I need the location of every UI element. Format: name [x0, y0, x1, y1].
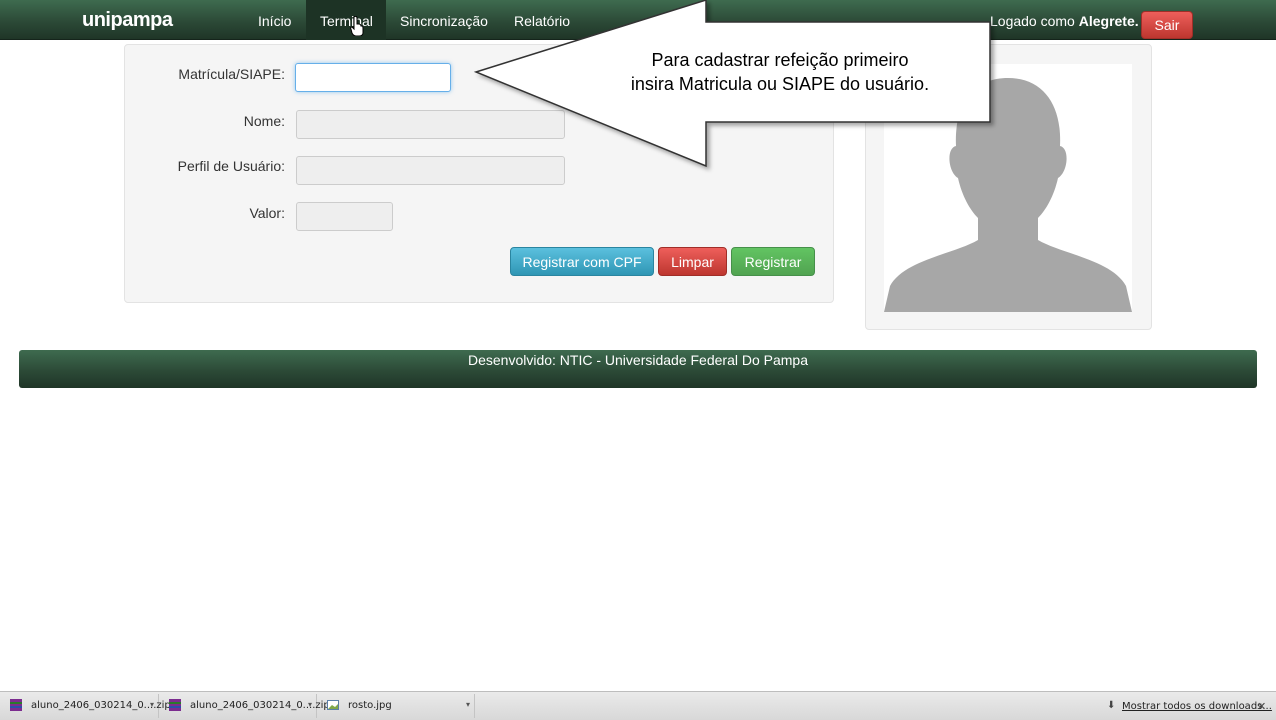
hand-cursor-icon — [350, 16, 364, 36]
perfil-label: Perfil de Usuário: — [177, 158, 285, 174]
nome-label: Nome: — [243, 113, 285, 129]
login-user: Alegrete. — [1078, 13, 1139, 29]
download-item[interactable]: aluno_2406_030214_0....zip ▾ — [159, 694, 330, 718]
callout-message: Para cadastrar refeição primeiro insira … — [600, 48, 960, 96]
close-icon[interactable]: ✕ — [1257, 700, 1266, 713]
chevron-down-icon[interactable]: ▾ — [150, 700, 154, 709]
chevron-down-icon[interactable]: ▾ — [308, 700, 312, 709]
download-item[interactable]: aluno_2406_030214_0....zip ▾ — [0, 694, 171, 718]
login-status: Logado como Alegrete. — [990, 13, 1139, 29]
matricula-label: Matrícula/SIAPE: — [178, 66, 285, 82]
download-filename: rosto.jpg — [348, 700, 392, 711]
clear-button[interactable]: Limpar — [658, 247, 727, 276]
register-button[interactable]: Registrar — [731, 247, 815, 276]
register-with-cpf-button[interactable]: Registrar com CPF — [510, 247, 654, 276]
brand-logo[interactable]: unipampa — [82, 9, 173, 32]
zip-archive-icon — [10, 699, 22, 711]
downloads-bar: aluno_2406_030214_0....zip ▾ aluno_2406_… — [0, 691, 1276, 720]
download-item[interactable]: rosto.jpg ▾ — [317, 694, 475, 718]
chevron-down-icon[interactable]: ▾ — [466, 700, 470, 709]
matricula-input[interactable] — [295, 63, 451, 92]
nav-item-inicio[interactable]: Início — [244, 0, 305, 40]
logout-button[interactable]: Sair — [1141, 11, 1193, 39]
login-prefix: Logado como — [990, 13, 1079, 29]
nav-item-terminal[interactable]: Terminal — [306, 0, 386, 40]
callout-line-1: Para cadastrar refeição primeiro — [651, 50, 909, 70]
image-file-icon — [327, 700, 339, 710]
page-footer: Desenvolvido: NTIC - Universidade Federa… — [19, 350, 1257, 388]
valor-label: Valor: — [249, 205, 285, 221]
show-all-downloads-link[interactable]: Mostrar todos os downloads... — [1122, 701, 1272, 712]
callout-line-2: insira Matricula ou SIAPE do usuário. — [630, 74, 930, 94]
footer-text: Desenvolvido: NTIC - Universidade Federa… — [467, 352, 809, 368]
zip-archive-icon — [169, 699, 181, 711]
download-arrow-icon: ⬇ — [1107, 700, 1116, 711]
valor-field — [296, 202, 393, 231]
